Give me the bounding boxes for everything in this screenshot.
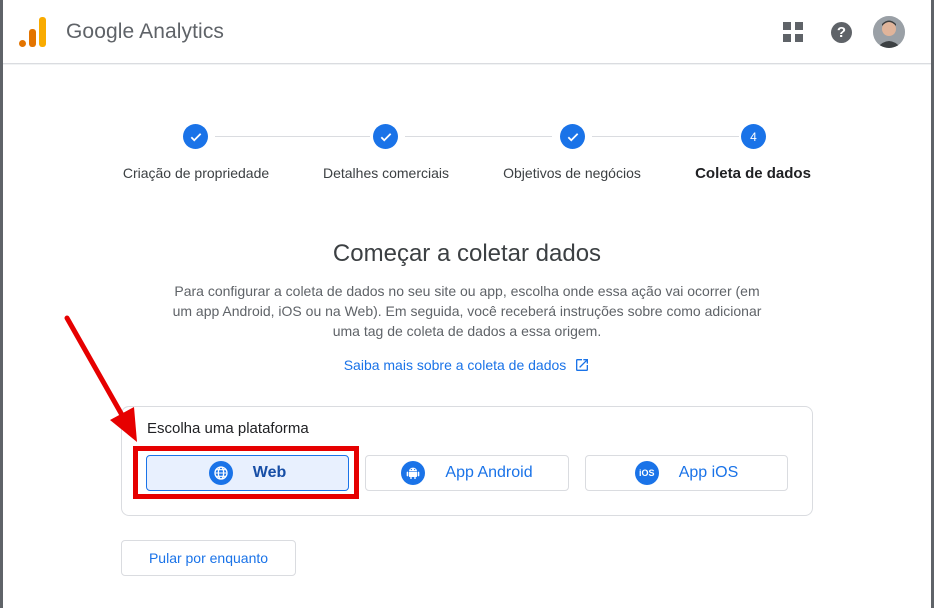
step-label-criacao: Criação de propriedade bbox=[122, 165, 270, 181]
step-3-check-icon bbox=[560, 124, 585, 149]
stepper-connector bbox=[215, 136, 370, 137]
step-2-check-icon bbox=[373, 124, 398, 149]
web-button-label: Web bbox=[252, 464, 287, 481]
ios-button-label: App iOS bbox=[678, 464, 739, 481]
ios-icon: iOS bbox=[634, 461, 659, 485]
page-title: Começar a coletar dados bbox=[332, 240, 602, 267]
learn-more-link[interactable]: Saiba mais sobre a coleta de dados bbox=[0, 357, 934, 373]
android-icon bbox=[401, 461, 426, 485]
apps-grid-icon[interactable] bbox=[783, 22, 803, 42]
web-button[interactable]: Web bbox=[146, 455, 349, 491]
skip-button[interactable]: Pular por enquanto bbox=[121, 540, 296, 576]
stepper-connector bbox=[405, 136, 552, 137]
analytics-logo-icon[interactable] bbox=[19, 17, 47, 47]
stepper-connector bbox=[592, 136, 739, 137]
android-button[interactable]: App Android bbox=[365, 455, 569, 491]
help-icon[interactable]: ? bbox=[831, 22, 852, 43]
open-in-new-icon bbox=[576, 359, 589, 371]
step-1-check-icon bbox=[183, 124, 208, 149]
platform-title: Escolha uma plataforma bbox=[147, 420, 309, 437]
step-label-objetivos: Objetivos de negócios bbox=[503, 165, 641, 181]
app-title: Google Analytics bbox=[66, 20, 225, 43]
android-button-label: App Android bbox=[445, 464, 533, 481]
step-label-detalhes: Detalhes comerciais bbox=[322, 165, 450, 181]
top-app-bar: Google Analytics ? bbox=[0, 0, 934, 64]
globe-icon bbox=[208, 461, 233, 485]
avatar[interactable] bbox=[873, 16, 905, 48]
step-label-coleta: Coleta de dados bbox=[695, 165, 811, 182]
page-description: Para configurar a coleta de dados no seu… bbox=[172, 283, 762, 339]
learn-more-label: Saiba mais sobre a coleta de dados bbox=[343, 357, 567, 373]
step-4-number: 4 bbox=[741, 124, 766, 149]
ios-button[interactable]: iOS App iOS bbox=[585, 455, 788, 491]
